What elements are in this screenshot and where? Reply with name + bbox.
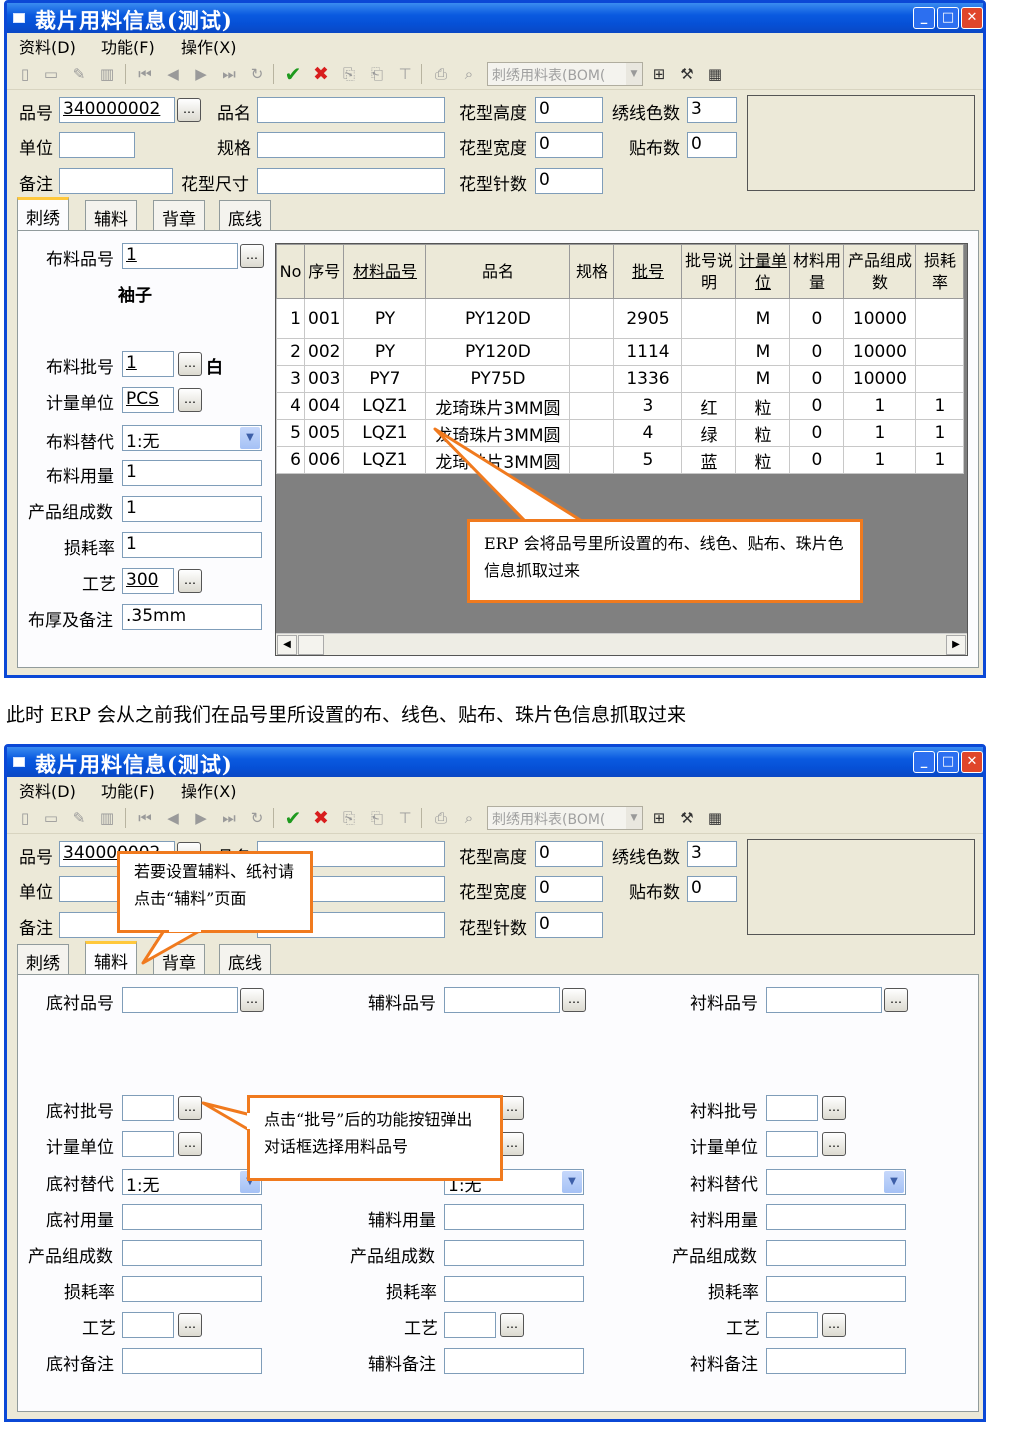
callout-pointer-joint [247, 1113, 251, 1129]
material-window-accessories: 裁片用料信息(测试) _ □ ✕ 资料(D) 功能(F) 操作(X) ▯ ▭ ✎… [4, 744, 986, 1422]
callout-auto-fetch: ERP 会将品号里所设置的布、线色、贴布、珠片色信息抓取过来 [467, 519, 863, 603]
caption: 此时 ERP 会从之前我们在品号里所设置的布、线色、贴布、珠片色信息抓取过来 [6, 704, 687, 726]
callout-pointer [141, 927, 253, 1133]
callout-batch-button: 点击“批号”后的功能按钮弹出对话框选择用料品号 [247, 1095, 503, 1181]
callout-pointer-joint [169, 928, 201, 932]
callout-accessory-tab: 若要设置辅料、纸衬请点击“辅料”页面 [117, 851, 313, 933]
material-window-embroidery: 裁片用料信息(测试) _ □ ✕ 资料(D) 功能(F) 操作(X) ▯ ▭ ✎… [4, 0, 986, 678]
callout-pointer-joint [481, 522, 561, 527]
